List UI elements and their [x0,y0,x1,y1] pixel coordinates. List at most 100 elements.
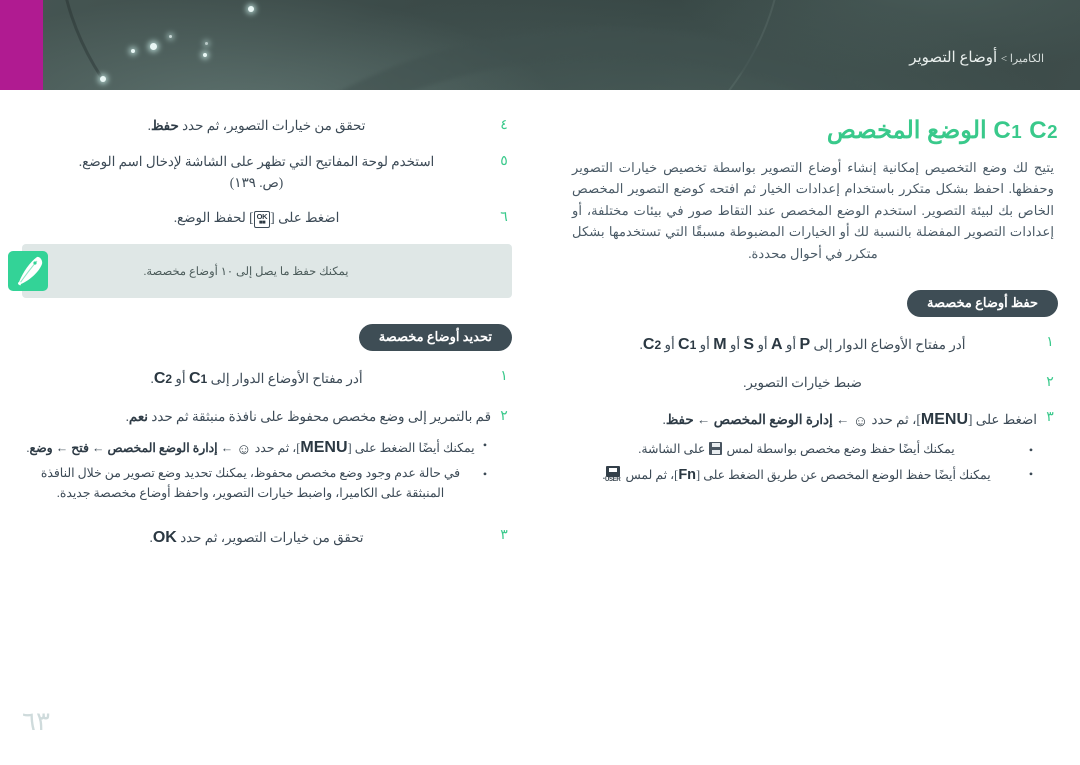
step-text: أدر مفتاح الأوضاع الدوار إلى C1 أو C2. [22,367,496,392]
left-column: ٤ تحقق من خيارات التصوير، ثم حدد حفظ. ٥ … [8,90,512,566]
chapter-tab [0,0,43,90]
step-text: استخدم لوحة المفاتيح التي تظهر على الشاش… [22,152,496,194]
mode-sep: أو [757,336,768,352]
person-icon: ☺ [852,414,869,431]
page-reference: (ص. ١٣٩) [229,174,284,190]
step-text: قم بالتمرير إلى وضع مخصص محفوظ على نافذة… [22,407,496,508]
right-column: C1 C2 الوضع المخصص يتيح لك وضع التخصيص إ… [568,90,1058,507]
step-text: أدر مفتاح الأوضاع الدوار إلى P أو A أو S… [568,333,1042,358]
mode-sep: أو [785,336,797,352]
select-section-badge: تحديد أوضاع مخصصة [358,324,512,352]
step-number: ١ [1046,334,1054,350]
mode-sep: أو [699,336,710,352]
sparkle-icon [131,49,135,53]
menu-key-label: MENU [920,411,968,429]
bullet-text: يمكنك أيضًا الضغط على [MENU]، ثم حدد ☺ ←… [22,435,479,461]
save-section-badge: حفظ أوضاع مخصصة [907,289,1058,317]
menu-path-custom-mode: إدارة الوضع المخصص [107,440,218,455]
step-text: اضغط على [MENU]، ثم حدد ☺ ← إدارة الوضع … [568,408,1042,491]
save-steps-continued-list: ٤ تحقق من خيارات التصوير، ثم حدد حفظ. ٥ … [22,116,512,229]
intro-paragraph: يتيح لك وضع التخصيص إمكانية إنشاء أوضاع … [572,160,1054,261]
arrow-icon: ← [836,412,850,428]
person-icon: ☺ [236,441,252,458]
menu-path-save: حفظ [150,118,179,133]
list-item: ٦ اضغط على [OK ■■] لحفظ الوضع. [22,208,512,229]
menu-path-custom-mode: إدارة الوضع المخصص [713,412,833,428]
step-number: ٢ [1046,374,1054,390]
breadcrumb: الكاميرا > أوضاع التصوير [909,48,1044,67]
bullet-text: يمكنك أيضًا حفظ الوضع المخصص عن طريق الض… [568,464,1025,487]
sparkle-icon [248,6,254,12]
mode-p: P [799,335,811,353]
step-text-pre: تحقق من خيارات التصوير، ثم حدد [180,529,364,545]
select-steps-list: ١ أدر مفتاح الأوضاع الدوار إلى C1 أو C2.… [22,367,512,551]
page-title-text: الوضع المخصص [826,117,987,144]
bullet-text-mid: ]، ثم لمس [625,468,679,483]
list-item: ٥ استخدم لوحة المفاتيح التي تظهر على الش… [22,152,512,194]
mode-c1: C1 [188,370,208,388]
step-text: تحقق من خيارات التصوير، ثم حدد حفظ. [22,116,496,137]
mode-c1: C1 [678,335,697,353]
step-number: ٥ [500,153,508,169]
bullet-dot-icon: • [482,437,488,452]
mode-a: A [771,335,783,353]
sparkle-icon [205,42,208,45]
note-text: يمكنك حفظ ما يصل إلى ١٠ أوضاع مخصصة. [143,266,349,279]
step-bullets: • يمكنك أيضًا حفظ وضع مخصص بواسطة لمس عل… [568,440,1037,487]
bullet-text-pre: يمكنك أيضًا حفظ الوضع المخصص عن طريق الض… [696,468,991,483]
ok-button-icon: OK ■■ [253,210,271,229]
arrow-icon: ← [55,440,69,455]
step-text-body: استخدم لوحة المفاتيح التي تظهر على الشاش… [78,153,435,169]
fn-key-label: Fn [678,467,697,484]
note-box: يمكنك حفظ ما يصل إلى ١٠ أوضاع مخصصة. [8,244,512,299]
step-number: ٦ [500,210,508,226]
list-item: ٢ قم بالتمرير إلى وضع مخصص محفوظ على ناف… [22,407,512,508]
step-number: ٣ [1046,410,1054,426]
page-title-modes: C1 C2 [993,117,1058,144]
header-swoosh-dark [0,0,736,90]
menu-path-save: حفظ [665,412,694,428]
list-item: ١ أدر مفتاح الأوضاع الدوار إلى C1 أو C2. [22,367,512,392]
save-user-icon: USER [605,466,621,483]
select-section-badge-row: تحديد أوضاع مخصصة [22,324,512,352]
mode-s: S [743,335,755,353]
step-text-pre: أدر مفتاح الأوضاع الدوار إلى [813,336,966,352]
mode-sep: أو [729,336,741,352]
step-text-post: ] لحفظ الوضع. [173,210,254,226]
sparkle-icon [203,53,207,57]
step-number: ١ [500,369,508,385]
mode-c2: C2 [153,370,173,388]
step-text: تحقق من خيارات التصوير، ثم حدد OK. [22,526,496,551]
step-text: ضبط خيارات التصوير. [743,374,862,390]
confirm-yes-label: نعم [128,408,149,424]
list-item: • يمكنك أيضًا حفظ الوضع المخصص عن طريق ا… [568,464,1037,487]
menu-key-label: MENU [300,438,348,456]
save-icon [709,442,723,456]
bullet-text: في حالة عدم وجود وضع مخصص محفوظ، يمكنك ت… [40,466,461,501]
list-item: ٣ تحقق من خيارات التصوير، ثم حدد OK. [22,526,512,551]
list-item: ٣ اضغط على [MENU]، ثم حدد ☺ ← إدارة الوض… [568,408,1058,491]
menu-path-mode: وضع [29,440,53,455]
arrow-icon: ← [92,440,105,455]
bullet-text-pre: يمكنك أيضًا حفظ وضع مخصص بواسطة لمس [726,442,955,457]
sparkle-icon [150,43,157,50]
page-title: C1 C2 الوضع المخصص [568,116,1058,145]
mode-m: M [713,335,727,353]
bullet-text: يمكنك أيضًا حفظ وضع مخصص بواسطة لمس على … [568,440,1025,460]
ok-label: OK [152,528,177,546]
list-item: • في حالة عدم وجود وضع مخصص محفوظ، يمكنك… [22,464,491,504]
step-number: ٤ [500,118,508,133]
page-body: C1 C2 الوضع المخصص يتيح لك وضع التخصيص إ… [0,90,1080,765]
list-item: ٢ ضبط خيارات التصوير. [568,373,1058,394]
list-item: ٤ تحقق من خيارات التصوير، ثم حدد حفظ. [22,116,512,137]
arrow-icon: ← [696,412,711,428]
page-number: ٦٣ [22,707,50,736]
bullet-dot-icon: • [1028,467,1034,482]
sparkle-icon [169,35,172,38]
mode-sep: أو [664,336,675,352]
sparkle-icon [100,76,106,82]
mode-c2: C2 [642,335,662,353]
step-text-pre: اضغط على [ [270,210,340,226]
list-item: • يمكنك أيضًا حفظ وضع مخصص بواسطة لمس عل… [568,440,1037,460]
breadcrumb-current: أوضاع التصوير [909,50,998,66]
